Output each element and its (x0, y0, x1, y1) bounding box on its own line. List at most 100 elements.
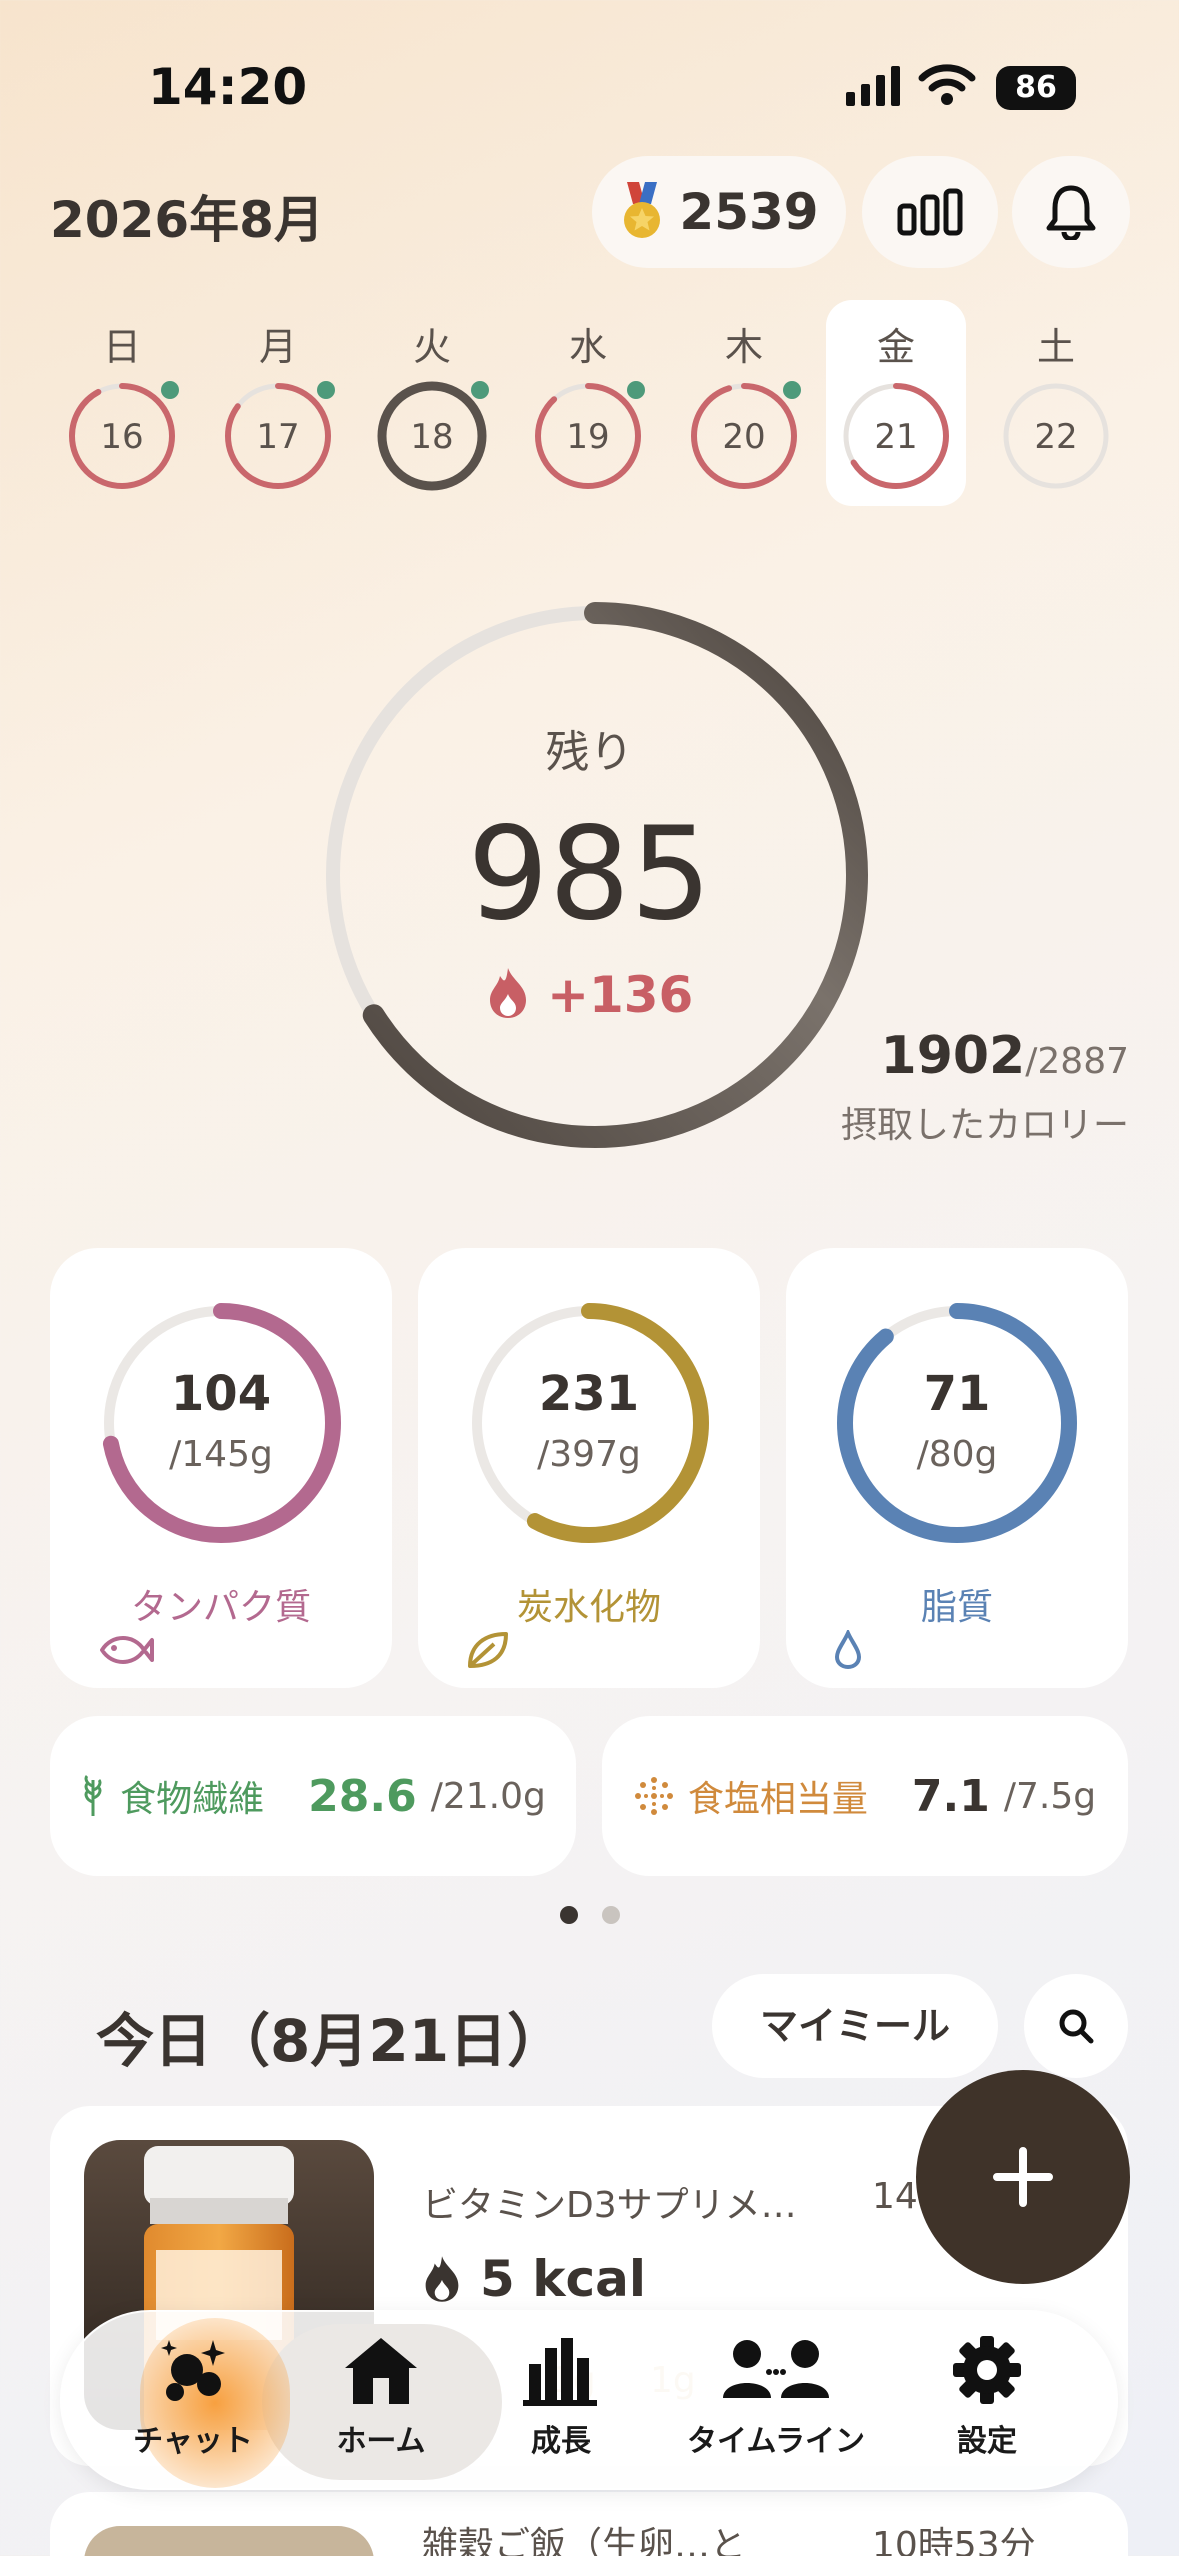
weekday-label: 木 (724, 325, 763, 369)
fat-card[interactable]: 71 /80g 脂質 (786, 1248, 1128, 1688)
stats-button[interactable] (862, 156, 998, 268)
day-ring: 17 (225, 381, 335, 489)
salt-value: 7.1 (911, 1770, 990, 1822)
day-number: 19 (566, 417, 609, 457)
gear-icon (953, 2336, 1021, 2404)
battery-indicator: 86 (996, 66, 1076, 110)
weekday-label: 火 (412, 325, 451, 369)
day-number: 18 (410, 417, 453, 457)
page-dot-active[interactable] (560, 1906, 578, 1924)
carbs-card[interactable]: 231 /397g 炭水化物 (418, 1248, 760, 1688)
meal-time: 10時53分 (872, 2525, 1036, 2556)
fiber-goal: /21.0g (430, 1775, 546, 1817)
logged-dot (471, 381, 489, 399)
coin-count: 2539 (679, 183, 819, 241)
logged-dot (783, 381, 801, 399)
tab-growth[interactable]: 成長 (466, 2312, 656, 2492)
protein-goal: /145g (169, 1434, 273, 1475)
search-button[interactable] (1024, 1974, 1128, 2078)
day-17[interactable]: 月 17 (208, 300, 348, 506)
remaining-calories: 985 (467, 800, 712, 949)
fat-value: 71 (923, 1366, 991, 1422)
leaf-icon (468, 1632, 508, 1668)
day-number: 16 (100, 417, 143, 457)
wheat-icon (84, 1774, 102, 1816)
tab-chat[interactable]: チャット (98, 2312, 288, 2492)
people-icon (723, 2340, 829, 2398)
weekday-label: 日 (102, 325, 141, 369)
day-number: 22 (1034, 417, 1077, 457)
search-icon (1059, 2009, 1094, 2044)
remaining-label: 残り (545, 727, 634, 778)
day-21[interactable]: 金 21 (826, 300, 966, 506)
meal-photo (84, 2526, 374, 2556)
tab-home[interactable]: ホーム (286, 2312, 476, 2492)
tab-home-label: ホーム (336, 2424, 426, 2459)
month-title[interactable]: 2026年8月 (50, 180, 324, 252)
protein-ring (101, 1303, 341, 1543)
weekday-label: 水 (568, 325, 607, 369)
fiber-card[interactable]: 食物繊維 28.6/21.0g (50, 1716, 576, 1876)
my-meal-button[interactable]: マイミール (712, 1974, 998, 2078)
protein-label-row: タンパク質 (50, 1578, 392, 1664)
logged-dot (627, 381, 645, 399)
home-icon (345, 2338, 417, 2404)
weekday-label: 土 (1036, 325, 1075, 369)
protein-value: 104 (170, 1366, 272, 1422)
logged-dot (317, 381, 335, 399)
bell-icon (1046, 185, 1096, 240)
status-time: 14:20 (148, 58, 308, 116)
fiber-label: 食物繊維 (120, 1779, 265, 1820)
fat-label: 脂質 (920, 1587, 993, 1628)
day-22[interactable]: 土 22 (986, 300, 1126, 506)
tab-settings[interactable]: 設定 (892, 2312, 1082, 2492)
day-18[interactable]: 火 18 (362, 300, 502, 506)
flame-icon (425, 2256, 459, 2302)
day-16[interactable]: 日 16 (52, 300, 192, 506)
meal-name: ビタミンD3サプリメ… (422, 2185, 797, 2226)
intake-summary: 1902/2887 摂取したカロリー (841, 1026, 1129, 1148)
tab-bar: チャット ホーム 成長 タイムライン 設定 (60, 2310, 1118, 2490)
tab-timeline[interactable]: タイムライン (676, 2312, 876, 2492)
day-number: 20 (722, 417, 765, 457)
fat-label-row: 脂質 (786, 1578, 1128, 1670)
notification-button[interactable] (1012, 156, 1130, 268)
meal-time: 14 (872, 2176, 918, 2217)
bar-chart-icon (523, 2338, 597, 2406)
day-ring: 21 (843, 383, 949, 489)
logged-dot (161, 381, 179, 399)
carbs-ring (469, 1303, 709, 1543)
day-20[interactable]: 木 20 (674, 300, 814, 506)
meal-name: 雑穀ご飯（生卵…と (422, 2525, 747, 2556)
tab-timeline-label: タイムライン (687, 2424, 865, 2459)
carbs-goal: /397g (537, 1434, 641, 1475)
coin-badge[interactable]: 2539 (592, 156, 846, 268)
weekday-label: 金 (876, 325, 915, 369)
day-number: 17 (256, 417, 299, 457)
burned-calories: +136 (0, 966, 1179, 1024)
page-dot[interactable] (602, 1906, 620, 1924)
intake-value: 1902 (880, 1026, 1026, 1086)
carbs-label: 炭水化物 (516, 1587, 661, 1628)
status-bar: 14:20 86 (0, 0, 1179, 160)
meal-card[interactable]: 雑穀ご飯（生卵…と 10時53分 (50, 2492, 1128, 2556)
today-title: 今日（8月21日） (96, 2007, 566, 2075)
flame-icon (489, 968, 526, 1018)
tab-growth-label: 成長 (531, 2424, 591, 2459)
meal-kcal: 5 kcal (480, 2250, 646, 2308)
tab-chat-label: チャット (133, 2424, 253, 2459)
add-meal-button[interactable] (916, 2070, 1130, 2284)
protein-card[interactable]: 104 /145g タンパク質 (50, 1248, 392, 1688)
salt-goal: /7.5g (1003, 1775, 1097, 1817)
fiber-value: 28.6 (308, 1770, 417, 1822)
salt-label: 食塩相当量 (687, 1779, 868, 1820)
salt-icon (634, 1777, 673, 1815)
day-19[interactable]: 水 19 (518, 300, 658, 506)
fish-icon (100, 1636, 154, 1664)
plus-icon (993, 2147, 1053, 2207)
day-number: 21 (874, 417, 917, 457)
tab-settings-label: 設定 (957, 2424, 1017, 2459)
salt-card[interactable]: 食塩相当量 7.1/7.5g (602, 1716, 1128, 1876)
burned-value: +136 (547, 966, 694, 1024)
meal-kcal-row: 5 kcal (422, 2250, 646, 2308)
